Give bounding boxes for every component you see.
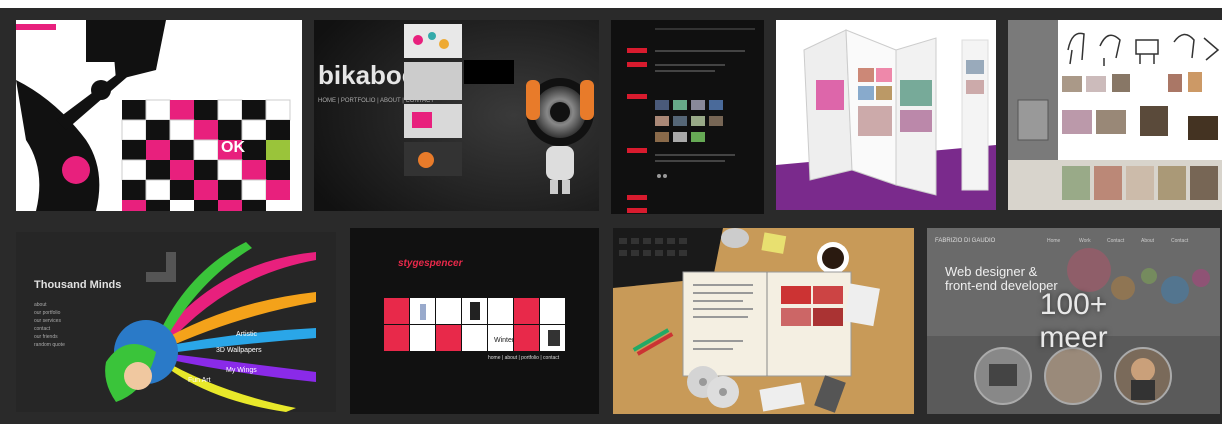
tm-ribbon-3: My Wings: [226, 367, 257, 374]
result-image-8[interactable]: [613, 228, 914, 414]
fab-nav-4: About: [1141, 238, 1155, 244]
thumbnail-4: [776, 20, 996, 210]
fab-nav-3: Contact: [1107, 238, 1125, 244]
tm-link-3: our services: [34, 318, 61, 324]
tm-ribbon-1: Artistic: [236, 331, 258, 338]
thumbnail-1: OK: [16, 20, 302, 211]
tm-link-1: about: [34, 302, 47, 308]
result-image-2[interactable]: bikaboo HOME | PORTFOLIO | ABOUT | CONTA…: [314, 20, 599, 211]
fabrizio-brand: FABRIZIO DI GAUDIO: [935, 238, 996, 244]
tm-link-6: random quote: [34, 342, 65, 348]
result-image-6[interactable]: Thousand Minds about our portfolio our s…: [16, 232, 336, 412]
result-image-4[interactable]: [776, 20, 996, 210]
fab-nav-2: Work: [1079, 238, 1091, 244]
thumbnail-9: FABRIZIO DI GAUDIO Home Work Contact Abo…: [927, 228, 1220, 414]
tm-ribbon-4: Fun Art: [188, 377, 211, 384]
thumbnail-5: [1008, 20, 1222, 210]
thumbnail-2: bikaboo HOME | PORTFOLIO | ABOUT | CONTA…: [314, 20, 599, 211]
result-image-7[interactable]: stygespencer Winter home | about | portf…: [350, 228, 599, 414]
fab-headline-1: Web designer &: [945, 264, 1038, 279]
bikaboo-logo: bikaboo: [318, 60, 418, 90]
tm-title: Thousand Minds: [34, 279, 121, 291]
tm-link-5: our friends: [34, 334, 58, 340]
tm-link-4: contact: [34, 326, 51, 332]
tile1-ok: OK: [221, 139, 245, 156]
fab-nav-5: Contact: [1171, 238, 1189, 244]
fab-headline-2: front-end developer: [945, 278, 1058, 293]
thumbnail-8: [613, 228, 914, 414]
tm-ribbon-2: 3D Wallpapers: [216, 347, 262, 354]
result-image-5[interactable]: [1008, 20, 1222, 210]
image-results-grid: OK bikaboo HOME | PORTFOLIO | ABOUT | CO…: [0, 0, 1222, 424]
winter-label: Winter: [494, 337, 515, 344]
fab-nav-1: Home: [1047, 238, 1061, 244]
thumbnail-7: stygespencer Winter home | about | portf…: [350, 228, 599, 414]
thumbnail-6: Thousand Minds about our portfolio our s…: [16, 232, 336, 412]
tm-link-2: our portfolio: [34, 310, 61, 316]
stygespencer-logo: stygespencer: [398, 258, 464, 269]
result-image-9[interactable]: FABRIZIO DI GAUDIO Home Work Contact Abo…: [927, 228, 1220, 414]
result-image-1[interactable]: OK: [16, 20, 302, 211]
result-image-3[interactable]: [611, 20, 764, 214]
stygespencer-nav: home | about | portfolio | contact: [488, 355, 560, 361]
thumbnail-3: [611, 20, 764, 214]
